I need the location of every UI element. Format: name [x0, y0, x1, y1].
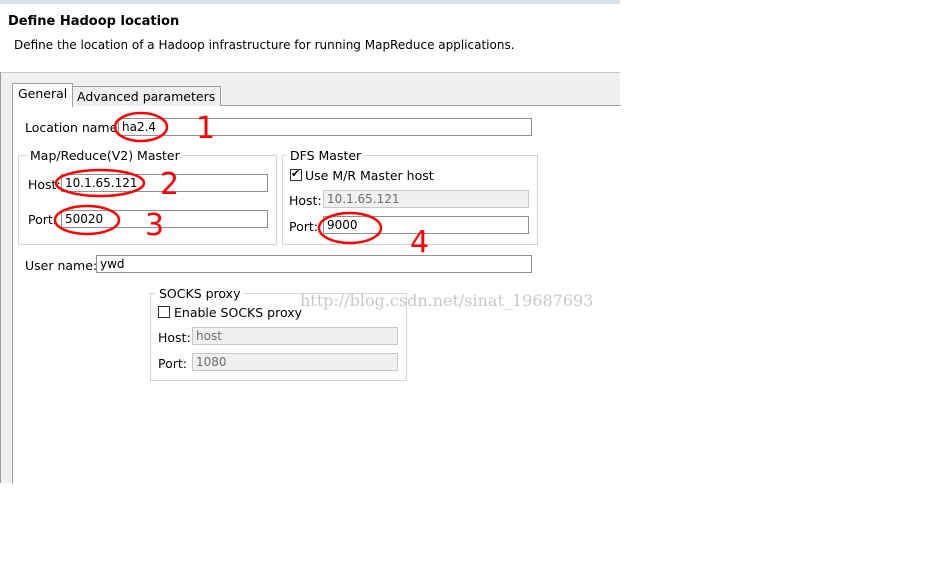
socks-port-label: Port: [158, 356, 187, 371]
left-border [0, 72, 1, 483]
location-name-input[interactable] [118, 118, 532, 136]
dfs-port-label: Port: [289, 219, 318, 234]
tab-general[interactable]: General [12, 83, 74, 107]
mr-port-input[interactable] [61, 210, 268, 228]
define-hadoop-location-dialog: Define Hadoop location Define the locati… [0, 0, 621, 484]
mr-master-group [18, 155, 277, 245]
dialog-title: Define Hadoop location [8, 14, 180, 29]
user-name-input[interactable] [96, 255, 532, 273]
tab-advanced-parameters[interactable]: Advanced parameters [71, 86, 222, 106]
socks-port-input[interactable] [192, 353, 398, 371]
dfs-host-label: Host: [289, 193, 322, 208]
user-name-label: User name: [25, 258, 98, 273]
dfs-host-input[interactable] [323, 190, 529, 208]
watermark-url: http://blog.csdn.net/sinat_19687693 [300, 291, 594, 310]
socks-host-input[interactable] [192, 327, 398, 345]
socks-host-label: Host: [158, 330, 191, 345]
dfs-port-input[interactable] [323, 216, 529, 234]
socks-proxy-title: SOCKS proxy [156, 286, 244, 301]
header-accent [0, 0, 620, 4]
mr-host-input[interactable] [61, 174, 268, 192]
mr-host-label: Host: [28, 177, 61, 192]
use-mr-master-host-checkbox[interactable] [290, 167, 302, 181]
mr-master-title: Map/Reduce(V2) Master [27, 148, 183, 163]
dfs-master-title: DFS Master [287, 148, 365, 163]
dialog-header: Define Hadoop location Define the locati… [0, 0, 620, 73]
location-name-label: Location name: [25, 120, 122, 135]
enable-socks-proxy-label: Enable SOCKS proxy [174, 305, 303, 320]
mr-port-label: Port: [28, 212, 57, 227]
enable-socks-proxy-checkbox[interactable] [158, 306, 170, 318]
dialog-subtitle: Define the location of a Hadoop infrastr… [14, 38, 515, 52]
use-mr-master-host-label: Use M/R Master host [305, 168, 434, 183]
